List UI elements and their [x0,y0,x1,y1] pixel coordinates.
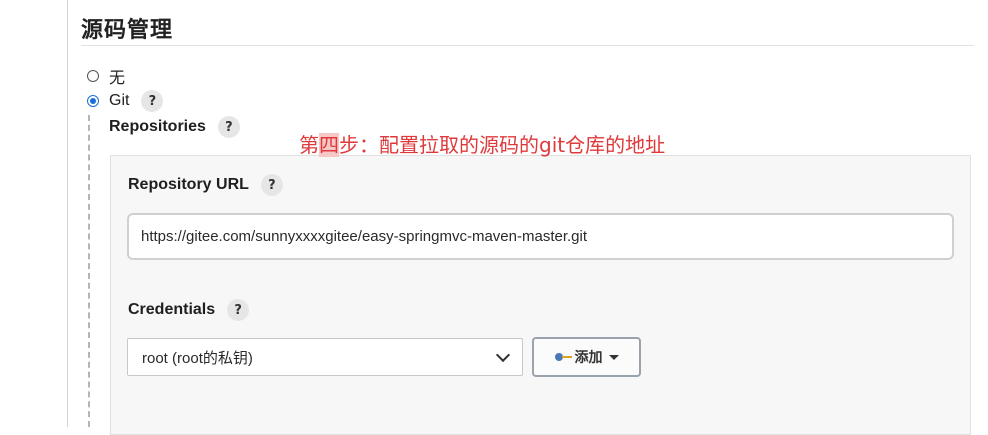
credentials-selected-value: root (root的私钥) [142,349,253,367]
annotation-suffix: 步：配置拉取的源码的git仓库的地址 [339,133,666,157]
credentials-heading: Credentials ? [128,299,250,321]
scm-option-none-label: 无 [109,68,126,87]
section-divider [81,45,974,46]
scm-option-none[interactable]: 无 [87,64,125,88]
annotation-highlight: 四 [319,133,339,157]
repositories-label: Repositories [109,118,206,135]
repository-url-input[interactable]: https://gitee.com/sunnyxxxxgitee/easy-sp… [127,213,954,260]
radio-none[interactable] [87,70,99,82]
add-credentials-label: 添加 [574,350,603,366]
repository-url-label: Repository URL [128,176,249,193]
repositories-help-icon[interactable]: ? [217,116,240,138]
caret-down-icon [608,354,619,360]
repository-url-help-icon[interactable]: ? [260,174,283,196]
chevron-down-icon [495,347,511,363]
git-help-icon[interactable]: ? [141,90,164,112]
credentials-help-icon[interactable]: ? [227,299,250,321]
annotation-text: 第四步：配置拉取的源码的git仓库的地址 [299,129,665,158]
section-title: 源码管理 [81,18,174,43]
credentials-select[interactable]: root (root的私钥) [127,338,523,376]
scm-option-git-label: Git [109,92,130,109]
left-border [67,0,68,427]
repository-panel [110,155,971,435]
repository-url-value: https://gitee.com/sunnyxxxxgitee/easy-sp… [141,228,588,245]
repository-url-heading: Repository URL ? [128,174,283,196]
git-config-indent-line [88,115,90,427]
annotation-prefix: 第 [299,133,319,157]
add-credentials-button[interactable]: 添加 [532,337,641,377]
radio-git[interactable] [87,95,99,107]
credentials-label: Credentials [128,301,216,318]
key-icon [554,352,573,362]
repositories-heading: Repositories ? [109,116,240,138]
scm-option-git[interactable]: Git ? [87,90,164,112]
